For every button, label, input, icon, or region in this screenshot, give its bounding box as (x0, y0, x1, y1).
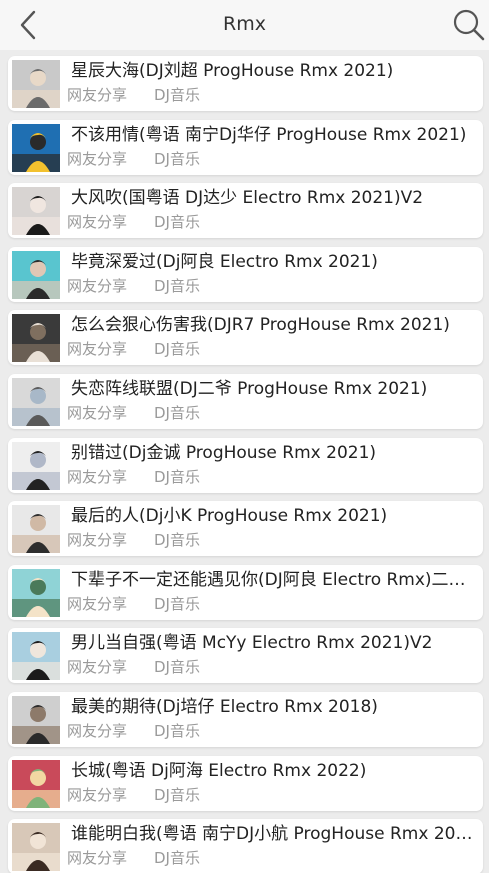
song-source-label: 网友分享 (67, 149, 128, 168)
song-source-label: 网友分享 (67, 785, 128, 804)
song-title: 别错过(Dj金诚 ProgHouse Rmx 2021) (71, 442, 377, 463)
song-cover-image (12, 250, 60, 299)
page-title: Rmx (223, 13, 266, 35)
song-genre-label: DJ音乐 (154, 785, 200, 804)
song-cover-image (12, 505, 60, 554)
song-cover-image (12, 187, 60, 236)
song-cover-image (12, 696, 60, 744)
song-genre-label: DJ音乐 (154, 594, 200, 613)
song-source-label: 网友分享 (67, 404, 128, 422)
song-source-label: 网友分享 (67, 467, 128, 486)
song-genre-label: DJ音乐 (154, 658, 200, 677)
song-source-label: 网友分享 (67, 86, 128, 104)
song-source-label: 网友分享 (67, 531, 128, 550)
song-genre-label: DJ音乐 (154, 722, 200, 740)
song-title: 长城(粤语 Dj阿海 Electro Rmx 2022) (71, 760, 367, 781)
song-title: 怎么会狠心伤害我(DJR7 ProgHouse Rmx 2021) (71, 315, 450, 336)
song-title: 不该用情(粤语 南宁Dj华仔 ProgHouse Rmx 2021) (71, 124, 467, 145)
song-title: 最美的期待(Dj培仔 Electro Rmx 2018) (71, 697, 378, 717)
song-genre-label: DJ音乐 (154, 86, 200, 104)
song-genre-label: DJ音乐 (154, 531, 200, 550)
song-list-item[interactable]: 大风吹(国粤语 DJ达少 Electro Rmx 2021)V2 网友分享 DJ音乐 (8, 183, 483, 239)
song-title: 谁能明白我(粤语 南宁DJ小航 ProgHouse Rmx 20… (71, 824, 473, 845)
song-cover-image (12, 60, 60, 108)
song-title: 最后的人(Dj小K ProgHouse Rmx 2021) (71, 506, 388, 527)
song-title: 失恋阵线联盟(DJ二爷 ProgHouse Rmx 2021) (71, 379, 428, 399)
song-title: 大风吹(国粤语 DJ达少 Electro Rmx 2021)V2 (71, 188, 424, 209)
song-list-item[interactable]: 最后的人(Dj小K ProgHouse Rmx 2021) 网友分享 DJ音乐 (8, 501, 483, 557)
song-source-label: 网友分享 (67, 276, 128, 295)
song-cover-image (12, 632, 60, 681)
song-cover-image (12, 441, 60, 490)
song-source-label: 网友分享 (67, 340, 128, 359)
song-cover-image (12, 759, 60, 808)
song-list-item[interactable]: 星辰大海(DJ刘超 ProgHouse Rmx 2021) 网友分享 DJ音乐 (8, 56, 483, 111)
song-source-label: 网友分享 (67, 722, 128, 740)
song-cover-image (12, 123, 60, 172)
song-genre-label: DJ音乐 (154, 404, 200, 422)
song-cover-image (12, 378, 60, 426)
song-genre-label: DJ音乐 (154, 340, 200, 359)
song-source-label: 网友分享 (67, 849, 128, 868)
song-list-item[interactable]: 别错过(Dj金诚 ProgHouse Rmx 2021) 网友分享 DJ音乐 (8, 437, 483, 493)
song-cover-image (12, 568, 60, 617)
song-list-item[interactable]: 失恋阵线联盟(DJ二爷 ProgHouse Rmx 2021) 网友分享 DJ音乐 (8, 374, 483, 429)
song-list-item[interactable]: 谁能明白我(粤语 南宁DJ小航 ProgHouse Rmx 20… 网友分享 DJ音… (8, 819, 483, 873)
song-source-label: 网友分享 (67, 658, 128, 677)
song-genre-label: DJ音乐 (154, 467, 200, 486)
song-list-item[interactable]: 怎么会狠心伤害我(DJR7 ProgHouse Rmx 2021) 网友分享 DJ音… (8, 310, 483, 366)
song-list-item[interactable]: 下辈子不一定还能遇见你(DJ阿良 Electro Rmx)二… 网友分享 DJ音乐 (8, 564, 483, 620)
song-list: 星辰大海(DJ刘超 ProgHouse Rmx 2021) 网友分享 DJ音乐 不该用… (0, 50, 489, 873)
song-list-item[interactable]: 男儿当自强(粤语 McYy Electro Rmx 2021)V2 网友分享 DJ音… (8, 628, 483, 684)
song-title: 星辰大海(DJ刘超 ProgHouse Rmx 2021) (71, 61, 394, 81)
song-genre-label: DJ音乐 (154, 149, 200, 168)
song-list-item[interactable]: 毕竟深爱过(Dj阿良 Electro Rmx 2021) 网友分享 DJ音乐 (8, 246, 483, 302)
song-title: 毕竟深爱过(Dj阿良 Electro Rmx 2021) (71, 251, 378, 272)
song-cover-image (12, 314, 60, 363)
song-genre-label: DJ音乐 (154, 849, 200, 868)
song-list-item[interactable]: 最美的期待(Dj培仔 Electro Rmx 2018) 网友分享 DJ音乐 (8, 692, 483, 747)
song-genre-label: DJ音乐 (154, 276, 200, 295)
song-list-item[interactable]: 长城(粤语 Dj阿海 Electro Rmx 2022) 网友分享 DJ音乐 (8, 755, 483, 811)
search-button[interactable] (450, 7, 486, 43)
song-source-label: 网友分享 (67, 594, 128, 613)
search-icon (453, 9, 485, 41)
song-cover-image (12, 823, 60, 872)
song-title: 下辈子不一定还能遇见你(DJ阿良 Electro Rmx)二… (71, 569, 466, 590)
top-bar: Rmx (0, 0, 489, 50)
song-genre-label: DJ音乐 (154, 213, 200, 232)
song-list-item[interactable]: 不该用情(粤语 南宁Dj华仔 ProgHouse Rmx 2021) 网友分享 DJ… (8, 119, 483, 175)
song-source-label: 网友分享 (67, 213, 128, 232)
song-title: 男儿当自强(粤语 McYy Electro Rmx 2021)V2 (71, 633, 433, 654)
